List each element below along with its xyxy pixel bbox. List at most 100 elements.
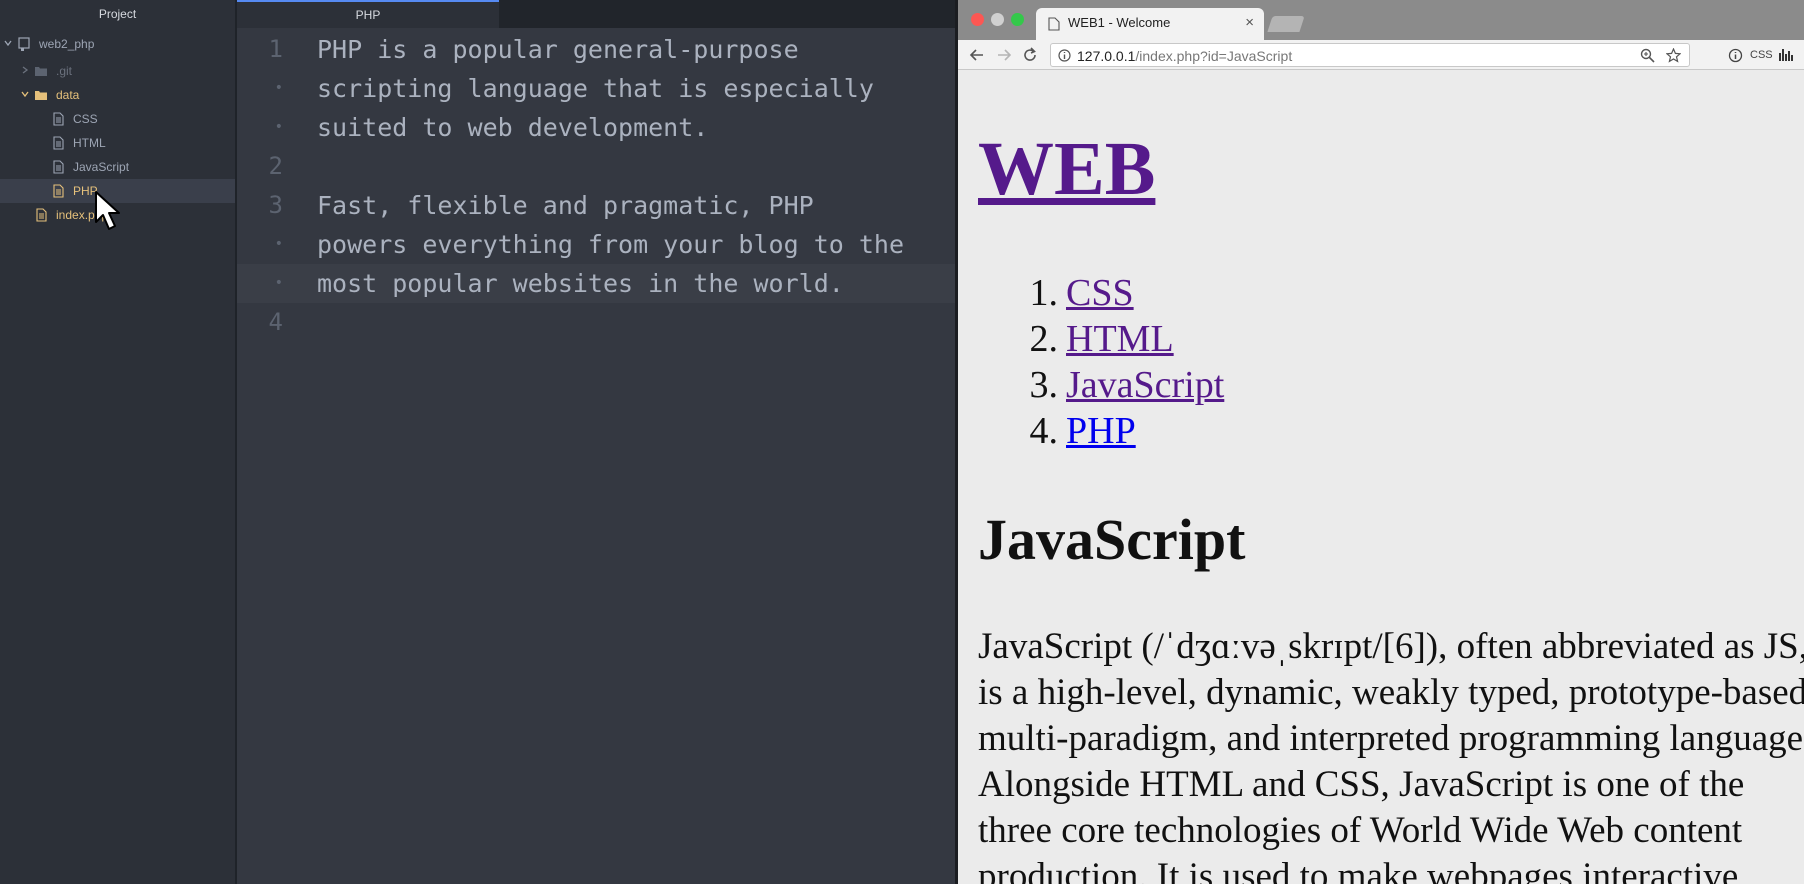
file-text-icon xyxy=(53,112,64,126)
chevron-down-icon xyxy=(4,40,12,47)
topic-nav-list: 1. CSS 2. HTML 3. JavaScript 4. PHP xyxy=(978,270,1225,454)
url-host: 127.0.0.1 xyxy=(1077,48,1136,64)
list-item: 1. CSS xyxy=(978,270,1224,316)
address-bar[interactable]: 127.0.0.1/index.php?id=JavaScript xyxy=(1050,43,1690,67)
bookmark-star-icon[interactable] xyxy=(1666,48,1681,63)
soft-wrap-marker: • xyxy=(274,119,283,135)
site-title: WEB xyxy=(978,126,1155,213)
audio-levels-icon[interactable] xyxy=(1778,47,1796,63)
code-line-text: Fast, flexible and pragmatic, PHP xyxy=(317,191,814,220)
nav-link-javascript[interactable]: JavaScript xyxy=(1066,364,1224,406)
soft-wrap-marker: • xyxy=(274,275,283,291)
nav-link-html[interactable]: HTML xyxy=(1066,318,1174,360)
code-line-text: PHP is a popular general-purpose xyxy=(317,35,799,64)
nav-link-css[interactable]: CSS xyxy=(1066,272,1134,314)
tree-item-data[interactable]: data xyxy=(0,83,235,107)
browser-tab-title: WEB1 - Welcome xyxy=(1068,15,1171,30)
close-tab-button[interactable]: × xyxy=(1245,14,1254,31)
site-title-link[interactable]: WEB xyxy=(978,127,1155,211)
address-bar-url: 127.0.0.1/index.php?id=JavaScript xyxy=(1077,48,1292,64)
code-line-text: most popular websites in the world. xyxy=(317,269,844,298)
code-line[interactable]: 4 xyxy=(237,303,955,342)
minimize-window-button[interactable] xyxy=(991,13,1004,26)
code-line[interactable]: • suited to web development. xyxy=(237,108,955,147)
code-line[interactable]: • powers everything from your blog to th… xyxy=(237,225,955,264)
tree-view-header: Project xyxy=(98,7,137,21)
extension-info-icon[interactable] xyxy=(1728,48,1743,63)
tree-view: Project web2_php .git data CSS HTML Java… xyxy=(0,0,235,884)
tree-item-label: CSS xyxy=(73,112,98,126)
code-line[interactable]: 3 Fast, flexible and pragmatic, PHP xyxy=(237,186,955,225)
forward-arrow-icon[interactable] xyxy=(995,46,1013,64)
list-item: 3. JavaScript xyxy=(978,362,1225,408)
tree-item-css[interactable]: CSS xyxy=(0,107,235,131)
tree-item-label: HTML xyxy=(73,136,106,150)
browser-tab-active[interactable]: WEB1 - Welcome × xyxy=(1036,8,1264,40)
tree-item-git[interactable]: .git xyxy=(0,59,235,83)
file-text-icon xyxy=(53,184,64,198)
line-number: 2 xyxy=(268,152,283,180)
code-line[interactable]: 1 PHP is a popular general-purpose xyxy=(237,30,955,69)
description-line: multi-paradigm, and interpreted programm… xyxy=(978,718,1804,759)
soft-wrap-marker: • xyxy=(274,80,283,96)
editor-tab-php[interactable]: PHP xyxy=(237,0,499,28)
list-item: 2. HTML xyxy=(978,316,1224,362)
tree-item-label: web2_php xyxy=(39,37,95,51)
tree-item-label: JavaScript xyxy=(73,160,130,174)
list-number: 2. xyxy=(1029,318,1059,360)
url-path: /index.php?id=JavaScript xyxy=(1135,48,1293,64)
list-number: 4. xyxy=(1029,410,1059,452)
description-line: three core technologies of World Wide We… xyxy=(978,810,1743,851)
topic-description: JavaScript (/ˈdʒɑːvəˌskrɪpt/[6]), often … xyxy=(978,624,1804,884)
chevron-down-icon xyxy=(21,91,29,98)
tree-item-label: .git xyxy=(56,64,73,78)
code-editor: PHP 1 PHP is a popular general-purpose •… xyxy=(237,0,955,884)
code-line-text: suited to web development. xyxy=(317,113,709,142)
description-line: production. It is used to make webpages … xyxy=(978,856,1739,884)
close-window-button[interactable] xyxy=(971,13,984,26)
list-item: 4. PHP xyxy=(978,408,1224,454)
tree-item-javascript[interactable]: JavaScript xyxy=(0,155,235,179)
new-tab-button[interactable] xyxy=(1267,16,1305,32)
folder-open-icon xyxy=(35,91,47,100)
code-line-active[interactable]: • most popular websites in the world. xyxy=(237,264,955,303)
file-text-icon xyxy=(53,160,64,174)
page-icon xyxy=(1048,17,1060,31)
code-line[interactable]: 2 xyxy=(237,147,955,186)
tree-item-root[interactable]: web2_php xyxy=(0,32,235,56)
list-number: 1. xyxy=(1029,272,1059,314)
browser-toolbar: 127.0.0.1/index.php?id=JavaScript CSS xyxy=(958,40,1804,70)
browser-window: WEB1 - Welcome × 127.0.0.1/index.php?id=… xyxy=(955,0,1804,884)
css-extension-button[interactable]: CSS xyxy=(1750,49,1773,61)
info-icon[interactable] xyxy=(1058,49,1071,62)
zoom-window-button[interactable] xyxy=(1011,13,1024,26)
folder-icon xyxy=(35,67,47,76)
zoom-magnifier-icon[interactable] xyxy=(1640,48,1655,63)
tree-item-html[interactable]: HTML xyxy=(0,131,235,155)
back-arrow-icon[interactable] xyxy=(968,46,986,64)
browser-title-bar: WEB1 - Welcome × xyxy=(958,0,1804,40)
line-number: 4 xyxy=(268,308,283,336)
file-text-icon xyxy=(53,136,64,150)
tree-item-label: data xyxy=(56,88,80,102)
file-text-icon xyxy=(36,208,47,222)
editor-tab-label: PHP xyxy=(355,8,381,22)
soft-wrap-marker: • xyxy=(274,236,283,252)
description-line: JavaScript (/ˈdʒɑːvəˌskrɪpt/[6]), often … xyxy=(978,626,1804,667)
chevron-right-icon xyxy=(22,66,29,74)
description-line: Alongside HTML and CSS, JavaScript is on… xyxy=(978,764,1745,805)
code-line-text: powers everything from your blog to the xyxy=(317,230,904,259)
topic-heading: JavaScript xyxy=(978,507,1246,572)
editor-tab-bar: PHP xyxy=(237,0,955,28)
code-line-text: scripting language that is especially xyxy=(317,74,874,103)
nav-link-php[interactable]: PHP xyxy=(1066,410,1136,452)
description-line: is a high-level, dynamic, weakly typed, … xyxy=(978,672,1804,713)
line-number: 1 xyxy=(268,35,283,63)
reload-icon[interactable] xyxy=(1021,46,1039,64)
web-page-content: WEB 1. CSS 2. HTML 3. JavaScript 4. PHP Java… xyxy=(978,70,1804,884)
line-number: 3 xyxy=(268,191,283,219)
list-number: 3. xyxy=(1029,364,1059,406)
mouse-cursor-icon xyxy=(95,191,120,230)
code-line[interactable]: • scripting language that is especially xyxy=(237,69,955,108)
repo-icon xyxy=(18,37,30,51)
